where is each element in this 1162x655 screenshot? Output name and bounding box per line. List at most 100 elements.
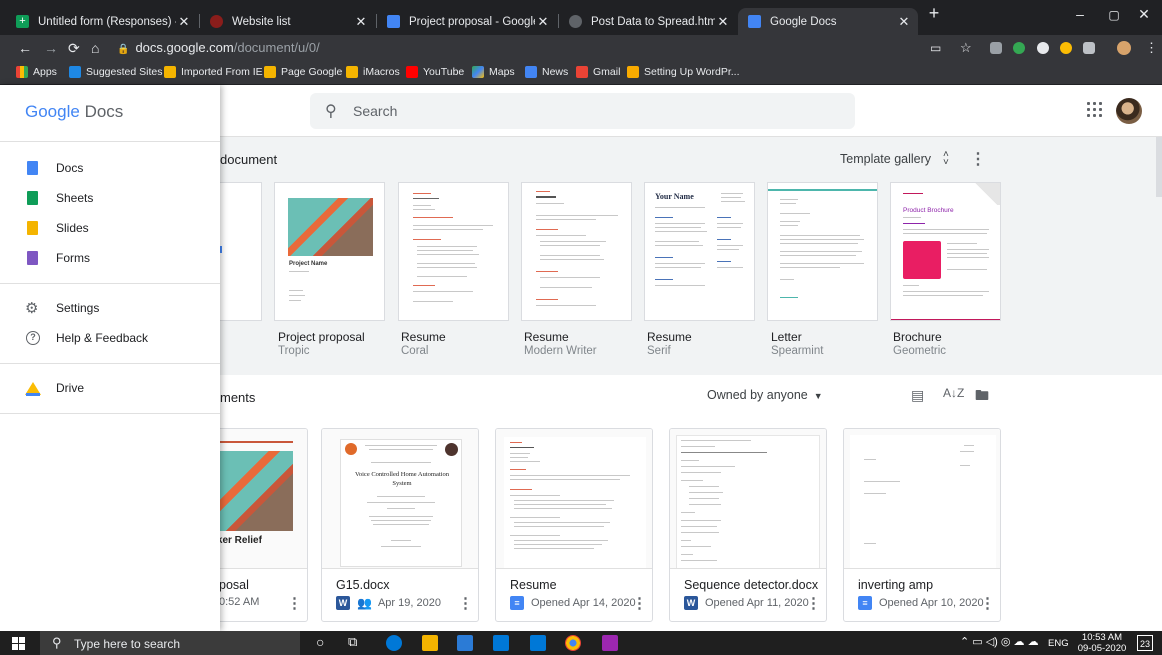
template-blank[interactable] <box>214 182 262 321</box>
cortana-icon[interactable]: ○ <box>316 634 324 650</box>
extension-icon[interactable] <box>1013 42 1025 54</box>
recent-doc-card[interactable]: Sequence detector.docx W Opened Apr 11, … <box>669 428 827 622</box>
microsoft-store-icon[interactable] <box>493 635 509 651</box>
gmail-icon <box>576 66 588 78</box>
extension-icon[interactable] <box>1037 42 1049 54</box>
windows-start-icon[interactable] <box>12 637 25 650</box>
drawer-item-sheets[interactable]: Sheets <box>0 183 220 213</box>
drawer-item-settings[interactable]: ⚙ Settings <box>0 293 220 323</box>
close-tab-icon[interactable]: ✕ <box>715 14 731 30</box>
doc-more-icon[interactable]: ⋮ <box>287 594 302 612</box>
notifications-icon[interactable]: 23 <box>1137 635 1153 651</box>
drawer-item-forms[interactable]: Forms <box>0 243 220 273</box>
folder-icon <box>164 66 176 78</box>
template-resume-modern-writer[interactable] <box>521 182 632 321</box>
bookmark-wordpress[interactable]: Setting Up WordPr... <box>627 66 740 78</box>
template-brochure-geometric[interactable]: Product Brochure <box>890 182 1001 321</box>
template-gallery-toggle[interactable]: Template gallery ˄ ˅ <box>840 150 949 168</box>
close-tab-icon[interactable]: ✕ <box>176 14 192 30</box>
recent-doc-card[interactable]: Voice Controlled Home Automation System … <box>321 428 479 622</box>
google-apps-icon[interactable] <box>1087 102 1103 118</box>
account-avatar[interactable] <box>1116 98 1142 124</box>
close-tab-icon[interactable]: ✕ <box>353 14 369 30</box>
reload-icon[interactable]: ⟳ <box>68 39 80 57</box>
address-bar[interactable]: 🔒 docs.google.com/document/u/0/ <box>117 40 320 55</box>
chrome-icon[interactable] <box>565 635 581 651</box>
bookmark-imacros[interactable]: iMacros <box>346 66 400 78</box>
slides-app-icon <box>27 221 38 235</box>
close-tab-icon[interactable]: ✕ <box>896 14 912 30</box>
tab-google-docs[interactable]: Google Docs ✕ <box>738 8 918 35</box>
system-tray-icons[interactable]: ⌃ ▭ ◁) ◎ ☁ ☁ <box>960 635 1039 648</box>
browser-menu-icon[interactable]: ⋮ <box>1145 39 1158 57</box>
back-icon[interactable]: ← <box>18 39 32 57</box>
owner-filter-dropdown[interactable]: Owned by anyone ▼ <box>707 388 823 402</box>
drawer-item-slides[interactable]: Slides <box>0 213 220 243</box>
taskbar-search-box[interactable]: ⚲ Type here to search <box>40 631 300 655</box>
forms-app-icon <box>27 251 38 265</box>
template-style: Modern Writer <box>524 345 597 357</box>
drawer-item-help[interactable]: ? Help & Feedback <box>0 323 220 353</box>
close-window-button[interactable]: ✕ <box>1124 6 1162 23</box>
drawer-item-drive[interactable]: Drive <box>0 373 220 403</box>
bookmark-youtube[interactable]: YouTube <box>406 66 464 78</box>
template-more-icon[interactable]: ⋮ <box>970 149 986 169</box>
tab-project-proposal[interactable]: Project proposal - Google Docs ✕ <box>377 8 557 35</box>
new-tab-button[interactable]: + <box>914 3 954 24</box>
bookmark-maps[interactable]: Maps <box>472 66 515 78</box>
template-resume-coral[interactable] <box>398 182 509 321</box>
tab-forms-responses[interactable]: + Untitled form (Responses) - Goo ✕ <box>6 8 198 35</box>
bookmark-news[interactable]: News <box>525 66 568 78</box>
extension-icon[interactable] <box>1060 42 1072 54</box>
scrollbar[interactable] <box>1156 137 1162 197</box>
recent-doc-card[interactable]: Resume ≡ Opened Apr 14, 2020 ⋮ <box>495 428 653 622</box>
app-icon[interactable] <box>602 635 618 651</box>
docs-app-icon <box>27 161 38 175</box>
doc-more-icon[interactable]: ⋮ <box>806 594 821 612</box>
template-project-proposal[interactable]: Project Name <box>274 182 385 321</box>
doc-more-icon[interactable]: ⋮ <box>458 594 473 612</box>
home-icon[interactable]: ⌂ <box>91 39 99 57</box>
list-view-icon[interactable]: ▤ <box>911 387 924 404</box>
store-badge-icon[interactable] <box>457 635 473 651</box>
recent-doc-card[interactable]: inverting amp ≡ Opened Apr 10, 2020 ⋮ <box>843 428 1001 622</box>
folder-picker-icon[interactable]: 🖿 <box>975 385 989 409</box>
file-explorer-icon[interactable] <box>422 635 438 651</box>
bookmark-suggested-sites[interactable]: Suggested Sites <box>69 66 162 78</box>
drawer-item-docs[interactable]: Docs <box>0 153 220 183</box>
doc-more-icon[interactable]: ⋮ <box>980 594 995 612</box>
forward-icon[interactable]: → <box>44 39 58 57</box>
search-bar[interactable]: ⚲ Search <box>310 93 855 129</box>
doc-meta: ≡ Opened Apr 14, 2020 <box>510 596 636 610</box>
taskbar-search-placeholder: Type here to search <box>74 637 181 651</box>
template-name: Resume <box>524 330 569 344</box>
edge-icon[interactable] <box>386 635 402 651</box>
template-letter-spearmint[interactable] <box>767 182 878 321</box>
bookmark-imported-from-ie[interactable]: Imported From IE <box>164 66 263 78</box>
browser-toolbar: ← → ⟳ ⌂ 🔒 docs.google.com/document/u/0/ ▭… <box>0 35 1162 61</box>
search-icon: ⚲ <box>325 103 337 120</box>
bookmark-star-icon[interactable]: ☆ <box>960 39 972 57</box>
vscode-icon[interactable] <box>530 635 546 651</box>
bookmark-gmail[interactable]: Gmail <box>576 66 620 78</box>
bookmark-apps[interactable]: Apps <box>16 66 57 78</box>
tab-website-list[interactable]: Website list ✕ <box>200 8 375 35</box>
dropdown-arrow-icon: ▼ <box>813 391 823 401</box>
doc-thumbnail <box>496 429 652 569</box>
bing-icon <box>69 66 81 78</box>
task-view-icon[interactable]: ⧉ <box>348 634 357 650</box>
cast-icon[interactable]: ▭ <box>930 39 941 57</box>
close-tab-icon[interactable]: ✕ <box>535 14 551 30</box>
doc-more-icon[interactable]: ⋮ <box>632 594 647 612</box>
language-indicator[interactable]: ENG <box>1048 638 1069 649</box>
clock[interactable]: 10:53 AM 09-05-2020 <box>1076 632 1128 654</box>
extension-icon[interactable] <box>1083 42 1095 54</box>
tab-post-data[interactable]: Post Data to Spread.html ✕ <box>559 8 737 35</box>
start-new-document-heading: document <box>220 152 278 167</box>
google-docs-logo[interactable]: Google Docs <box>25 102 123 122</box>
extension-icon[interactable] <box>990 42 1002 54</box>
template-resume-serif[interactable]: Your Name <box>644 182 755 321</box>
bookmark-page-google[interactable]: Page Google <box>264 66 342 78</box>
profile-avatar[interactable] <box>1117 41 1131 55</box>
sort-az-icon[interactable]: A↓Z <box>943 386 964 400</box>
